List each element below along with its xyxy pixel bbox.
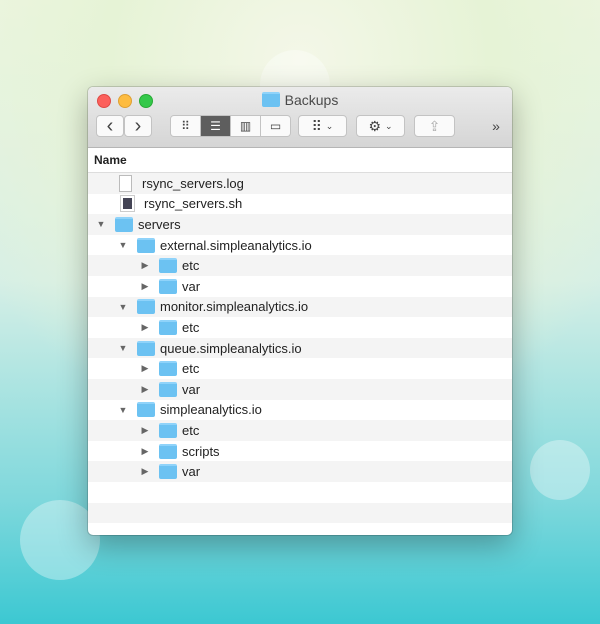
disclosure-open-icon[interactable]: ▼	[118, 343, 128, 353]
item-label: etc	[182, 319, 200, 335]
folder-icon	[137, 237, 155, 253]
disclosure-open-icon[interactable]: ▼	[118, 240, 128, 250]
file-list: rsync_servers.log rsync_servers.sh ▼ server…	[88, 173, 512, 535]
folder-icon	[137, 402, 155, 418]
folder-icon	[159, 381, 177, 397]
gear-icon: ⚙	[368, 117, 382, 134]
empty-row	[88, 502, 512, 524]
item-label: var	[182, 381, 201, 397]
folder-icon	[137, 299, 155, 315]
list-item[interactable]: ▶ var	[88, 461, 512, 482]
item-label: rsync_servers.log	[142, 175, 244, 191]
list-item[interactable]: ▶ var	[88, 378, 512, 400]
list-item[interactable]: ▼ monitor.simpleanalytics.io	[88, 296, 512, 318]
list-item[interactable]: ▶ etc	[88, 317, 512, 338]
grid-icon: ⠿	[311, 117, 322, 134]
item-label: external.simpleanalytics.io	[160, 237, 312, 253]
list-item[interactable]: ▶ etc	[88, 255, 512, 276]
folder-icon	[159, 443, 177, 459]
empty-row	[88, 523, 512, 535]
disclosure-open-icon[interactable]: ▼	[118, 302, 128, 312]
window-title: Backups	[88, 92, 512, 108]
folder-icon	[159, 319, 177, 335]
view-mode-control: ⠿ ☰ ▥ ▭	[170, 115, 291, 137]
item-label: servers	[138, 216, 181, 232]
disclosure-open-icon[interactable]: ▼	[118, 405, 128, 415]
share-button[interactable]: ⇪	[414, 115, 455, 137]
folder-icon	[261, 92, 280, 107]
disclosure-open-icon[interactable]: ▼	[96, 219, 106, 229]
finder-window: Backups ‹ › ⠿ ☰ ▥ ▭ ⠿ ⌄ ⚙ ⌄ ⇪ » Name rsy…	[88, 87, 512, 535]
forward-button[interactable]: ›	[124, 115, 152, 137]
column-view-button[interactable]: ▥	[231, 116, 261, 136]
item-label: queue.simpleanalytics.io	[160, 340, 302, 356]
disclosure-closed-icon[interactable]: ▶	[140, 466, 150, 477]
list-item[interactable]: rsync_servers.sh	[88, 194, 512, 215]
bokeh	[530, 440, 590, 500]
action-button[interactable]: ⚙ ⌄	[356, 115, 405, 137]
list-item[interactable]: ▶ etc	[88, 420, 512, 441]
list-item[interactable]: ▼ simpleanalytics.io	[88, 400, 512, 421]
disclosure-closed-icon[interactable]: ▶	[140, 322, 150, 333]
disclosure-closed-icon[interactable]: ▶	[140, 260, 150, 271]
item-label: etc	[182, 258, 200, 274]
group-button[interactable]: ⠿ ⌄	[298, 115, 347, 137]
list-item[interactable]: ▼ external.simpleanalytics.io	[88, 235, 512, 256]
item-label: scripts	[182, 443, 220, 459]
folder-icon	[137, 340, 155, 356]
list-view-button[interactable]: ☰	[201, 116, 231, 136]
document-icon	[119, 174, 132, 192]
title-text: Backups	[284, 92, 339, 108]
disclosure-closed-icon[interactable]: ▶	[140, 384, 150, 395]
folder-icon	[159, 464, 177, 480]
folder-icon	[115, 216, 133, 232]
toolbar-overflow-button[interactable]: »	[486, 115, 506, 137]
icon-view-button[interactable]: ⠿	[171, 116, 201, 136]
list-item[interactable]: ▼ servers	[88, 214, 512, 235]
share-icon: ⇪	[428, 117, 441, 134]
gallery-view-button[interactable]: ▭	[261, 116, 290, 136]
list-item[interactable]: ▶ etc	[88, 358, 512, 379]
folder-icon	[159, 422, 177, 438]
disclosure-closed-icon[interactable]: ▶	[140, 281, 150, 292]
disclosure-closed-icon[interactable]: ▶	[140, 425, 150, 436]
item-label: var	[182, 464, 201, 480]
folder-icon	[159, 361, 177, 377]
folder-icon	[159, 258, 177, 274]
list-item[interactable]: ▶ scripts	[88, 441, 512, 462]
script-icon	[120, 195, 135, 213]
chevron-down-icon: ⌄	[325, 120, 334, 131]
disclosure-closed-icon[interactable]: ▶	[140, 446, 150, 457]
item-label: simpleanalytics.io	[160, 402, 262, 418]
column-header-name[interactable]: Name	[88, 148, 512, 173]
item-label: rsync_servers.sh	[144, 196, 243, 212]
list-item[interactable]: ▼ queue.simpleanalytics.io	[88, 337, 512, 359]
item-label: monitor.simpleanalytics.io	[160, 299, 309, 315]
list-item[interactable]: ▶ var	[88, 276, 512, 297]
item-label: etc	[182, 361, 200, 377]
folder-icon	[159, 278, 177, 294]
list-item[interactable]: rsync_servers.log	[88, 173, 512, 194]
back-button[interactable]: ‹	[96, 115, 124, 137]
toolbar: Backups ‹ › ⠿ ☰ ▥ ▭ ⠿ ⌄ ⚙ ⌄ ⇪ »	[88, 87, 512, 148]
empty-row	[88, 482, 512, 503]
item-label: etc	[182, 422, 200, 438]
item-label: var	[182, 278, 201, 294]
disclosure-closed-icon[interactable]: ▶	[140, 363, 150, 374]
chevron-down-icon: ⌄	[384, 120, 393, 131]
